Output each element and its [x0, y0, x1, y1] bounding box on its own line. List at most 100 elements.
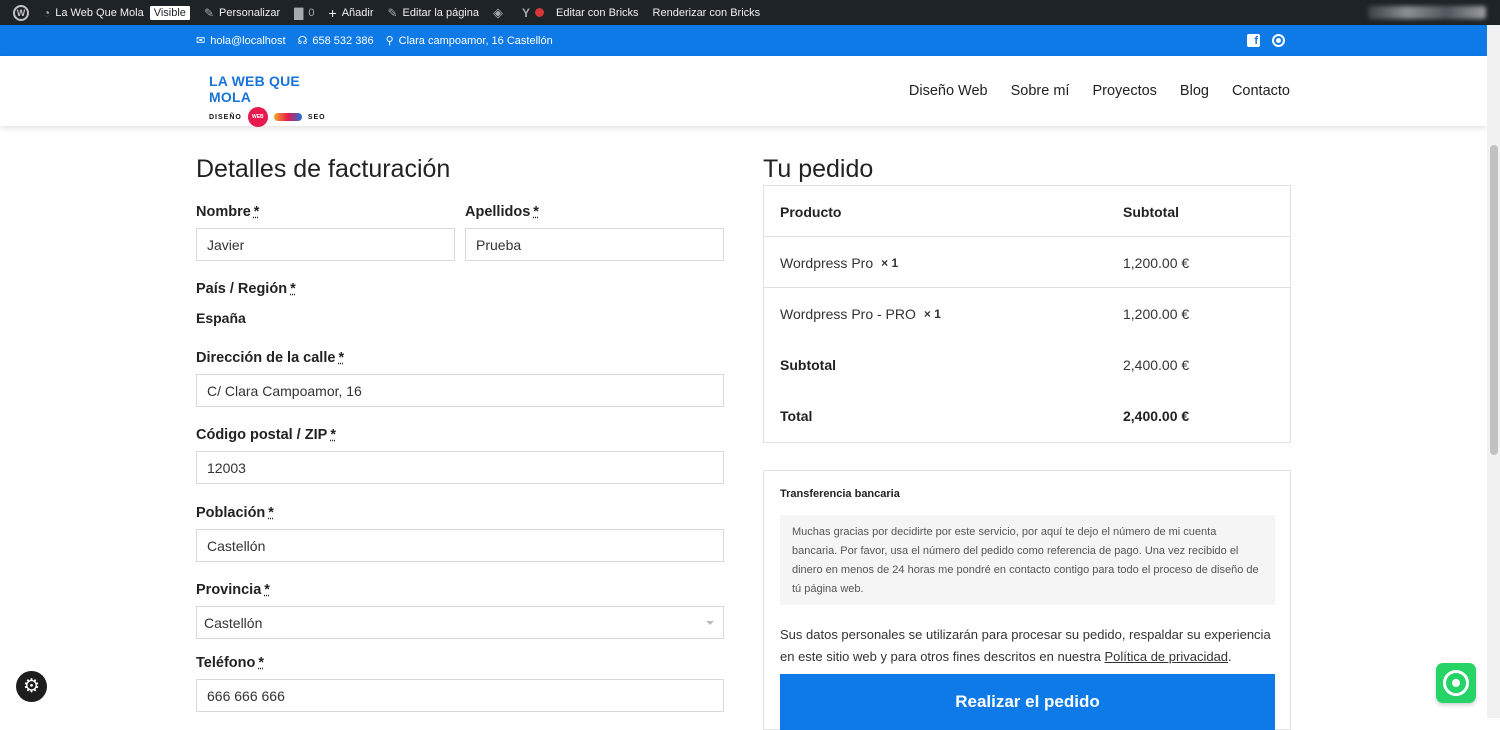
- place-order-button[interactable]: Realizar el pedido: [780, 674, 1275, 730]
- pencil-icon: ✎: [387, 5, 398, 20]
- yoast-menu[interactable]: Y Editar con Bricks: [515, 0, 646, 25]
- rocket-icon: [273, 113, 302, 121]
- customize-link[interactable]: ✎ Personalizar: [197, 0, 287, 25]
- first-name-label: Nombre *: [196, 204, 260, 220]
- logo-right-word: SEO: [307, 113, 326, 121]
- nav-item-contacto[interactable]: Contacto: [1232, 83, 1290, 99]
- address-text: Clara campoamor, 16 Castellón: [398, 34, 553, 47]
- product-name: Wordpress Pro: [780, 254, 874, 271]
- comments-link[interactable]: ▇ 0: [287, 0, 321, 25]
- diamond-icon: ◈: [493, 4, 503, 20]
- privacy-policy-link[interactable]: Política de privacidad: [1104, 649, 1228, 664]
- logo-left-word: DISEÑO: [209, 113, 242, 121]
- payment-description: Muchas gracias por decidirte por este se…: [780, 515, 1275, 605]
- province-select[interactable]: Castellón: [196, 606, 724, 639]
- last-name-label: Apellidos *: [465, 204, 539, 220]
- billing-details: Detalles de facturación: [196, 155, 724, 184]
- add-new-menu[interactable]: + Añadir: [322, 0, 381, 25]
- nav-item-diseno-web[interactable]: Diseño Web: [909, 83, 988, 99]
- top-contact-bar: ✉ hola@localhost ☊ 658 532 386 ⚲ Clara c…: [0, 25, 1487, 56]
- brush-icon: ✎: [203, 5, 214, 20]
- street-field[interactable]: C/ Clara Campoamor, 16: [196, 374, 724, 407]
- province-selected-value: Castellón: [204, 614, 263, 631]
- render-bricks-link[interactable]: Renderizar con Bricks: [646, 0, 768, 25]
- site-name-menu[interactable]: ◔ La Web Que Mola Visible: [36, 0, 197, 25]
- address-contact[interactable]: ⚲ Clara campoamor, 16 Castellón: [385, 34, 553, 48]
- billing-title: Detalles de facturación: [196, 155, 451, 183]
- yoast-icon: Y: [522, 5, 531, 20]
- nav-item-proyectos[interactable]: Proyectos: [1092, 83, 1156, 99]
- privacy-notice: Sus datos personales se utilizarán para …: [780, 627, 1271, 664]
- site-header: LA WEB QUE MOLA DISEÑO WEB SEO Diseño We…: [0, 56, 1487, 127]
- wordpress-menu[interactable]: W: [0, 0, 36, 25]
- country-label: País / Región *: [196, 281, 296, 297]
- province-label: Provincia *: [196, 582, 270, 598]
- nav-item-blog[interactable]: Blog: [1180, 83, 1209, 99]
- product-price: 1,200.00 €: [1123, 254, 1190, 271]
- email-text: hola@localhost: [210, 34, 286, 47]
- subtotal-row: Subtotal 2,400.00 €: [764, 339, 1290, 390]
- dashboard-icon: ◔: [43, 5, 51, 20]
- logo-title: LA WEB QUE MOLA: [209, 73, 300, 105]
- total-value: 2,400.00 €: [1123, 407, 1190, 424]
- phone-contact[interactable]: ☊ 658 532 386: [297, 34, 374, 48]
- nav-item-sobre-mi[interactable]: Sobre mí: [1011, 83, 1070, 99]
- phone-field[interactable]: 666 666 666: [196, 679, 724, 712]
- total-label: Total: [780, 407, 813, 424]
- col-product-header: Producto: [780, 203, 842, 220]
- zip-field[interactable]: 12003: [196, 451, 724, 484]
- admin-bar: W ◔ La Web Que Mola Visible ✎ Personaliz…: [0, 0, 1500, 25]
- gear-icon: ⚙: [22, 676, 41, 697]
- zip-label: Código postal / ZIP *: [196, 427, 336, 443]
- country-value: España: [196, 310, 246, 326]
- seo-status-dot-icon: [535, 8, 545, 17]
- edit-bricks-label[interactable]: Editar con Bricks: [556, 7, 639, 19]
- envelope-icon: ✉: [196, 35, 206, 47]
- phone-text: 658 532 386: [312, 34, 374, 47]
- product-price: 1,200.00 €: [1123, 305, 1190, 322]
- product-qty: × 1: [881, 255, 899, 270]
- diamond-plugin-link[interactable]: ◈: [486, 0, 515, 25]
- add-new-label: Añadir: [341, 6, 374, 19]
- facebook-icon[interactable]: f: [1247, 34, 1260, 47]
- render-bricks-label: Renderizar con Bricks: [652, 6, 761, 19]
- plus-icon: +: [328, 4, 337, 21]
- table-header-row: Producto Subtotal: [764, 186, 1290, 237]
- site-name: La Web Que Mola: [55, 6, 144, 19]
- table-row: Wordpress Pro × 1 1,200.00 €: [764, 237, 1290, 288]
- whatsapp-icon: [1443, 670, 1469, 696]
- product-name: Wordpress Pro - PRO: [780, 305, 916, 322]
- comments-count: 0: [308, 6, 315, 19]
- order-title: Tu pedido: [763, 155, 874, 183]
- page-scrollbar[interactable]: [1487, 25, 1500, 718]
- edit-page-link[interactable]: ✎ Editar la página: [380, 0, 486, 25]
- headset-icon: ☊: [297, 35, 308, 47]
- payment-section: Transferencia bancaria Muchas gracias po…: [763, 470, 1291, 730]
- customize-label: Personalizar: [219, 6, 281, 19]
- visible-badge: Visible: [149, 5, 190, 20]
- scrollbar-thumb[interactable]: [1490, 145, 1498, 455]
- chevron-down-icon: [706, 621, 714, 625]
- main-nav: Diseño Web Sobre mí Proyectos Blog Conta…: [909, 56, 1290, 126]
- order-review-table: Producto Subtotal Wordpress Pro × 1 1,200…: [763, 185, 1291, 443]
- street-label: Dirección de la calle *: [196, 350, 345, 366]
- whatsapp-icon[interactable]: [1272, 34, 1285, 47]
- subtotal-value: 2,400.00 €: [1123, 356, 1190, 373]
- wordpress-logo-icon: W: [13, 4, 29, 21]
- first-name-field[interactable]: Javier: [196, 228, 455, 261]
- payment-method-title[interactable]: Transferencia bancaria: [780, 488, 900, 500]
- phone-label: Teléfono *: [196, 655, 264, 671]
- email-contact[interactable]: ✉ hola@localhost: [196, 34, 286, 48]
- cookie-settings-button[interactable]: ⚙: [16, 671, 47, 702]
- edit-page-label: Editar la página: [402, 6, 479, 19]
- subtotal-label: Subtotal: [780, 356, 836, 373]
- whatsapp-chat-button[interactable]: [1436, 663, 1476, 703]
- comment-icon: ▇: [294, 5, 304, 20]
- user-account-menu[interactable]: [1368, 6, 1486, 19]
- city-field[interactable]: Castellón: [196, 529, 724, 562]
- map-pin-icon: ⚲: [385, 35, 394, 47]
- total-row: Total 2,400.00 €: [764, 390, 1290, 441]
- last-name-field[interactable]: Prueba: [465, 228, 724, 261]
- col-subtotal-header: Subtotal: [1123, 203, 1179, 220]
- site-logo[interactable]: LA WEB QUE MOLA DISEÑO WEB SEO: [209, 73, 344, 127]
